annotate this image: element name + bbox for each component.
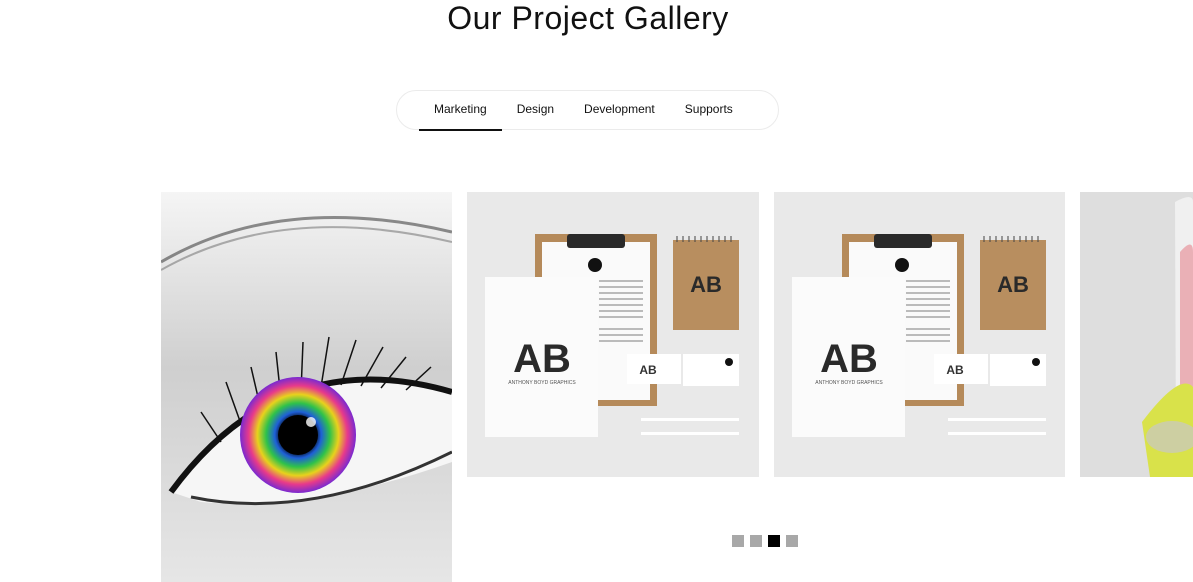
svg-text:AB: AB [997, 272, 1029, 297]
svg-text:ANTHONY BOYD GRAPHICS: ANTHONY BOYD GRAPHICS [508, 380, 576, 386]
gallery-pagination [732, 535, 798, 547]
gallery-section: Our Project Gallery Marketing Design Dev… [0, 0, 1193, 582]
pagination-dot-3[interactable] [768, 535, 780, 547]
stationery-image: AB AB ANTHONY BOYD GRAPHICS AB [774, 192, 1065, 477]
section-title: Our Project Gallery [447, 0, 729, 36]
svg-text:ANTHONY BOYD GRAPHICS: ANTHONY BOYD GRAPHICS [815, 380, 883, 386]
gallery-slide-can[interactable] [1080, 192, 1193, 477]
svg-text:AB: AB [639, 363, 657, 377]
svg-text:AB: AB [820, 337, 878, 381]
pagination-dot-1[interactable] [732, 535, 744, 547]
pagination-dot-2[interactable] [750, 535, 762, 547]
gallery-slide-eye-photo[interactable] [161, 192, 452, 582]
tab-supports[interactable]: Supports [670, 90, 748, 130]
tab-development[interactable]: Development [569, 90, 670, 130]
pagination-dot-4[interactable] [786, 535, 798, 547]
svg-text:AB: AB [690, 272, 722, 297]
gallery-slide-stationery-1[interactable]: AB AB ANTHONY BOYD GRAPHICS AB [467, 192, 759, 477]
eye-image [161, 192, 452, 582]
svg-text:AB: AB [946, 363, 964, 377]
gallery-filter-tabs: Marketing Design Development Supports [396, 90, 779, 131]
can-image [1080, 192, 1193, 477]
tab-marketing[interactable]: Marketing [419, 90, 502, 131]
stationery-image: AB AB ANTHONY BOYD GRAPHICS AB [467, 192, 759, 477]
tab-design[interactable]: Design [502, 90, 569, 130]
gallery-slide-stationery-2[interactable]: AB AB ANTHONY BOYD GRAPHICS AB [774, 192, 1065, 477]
svg-text:AB: AB [513, 337, 571, 381]
